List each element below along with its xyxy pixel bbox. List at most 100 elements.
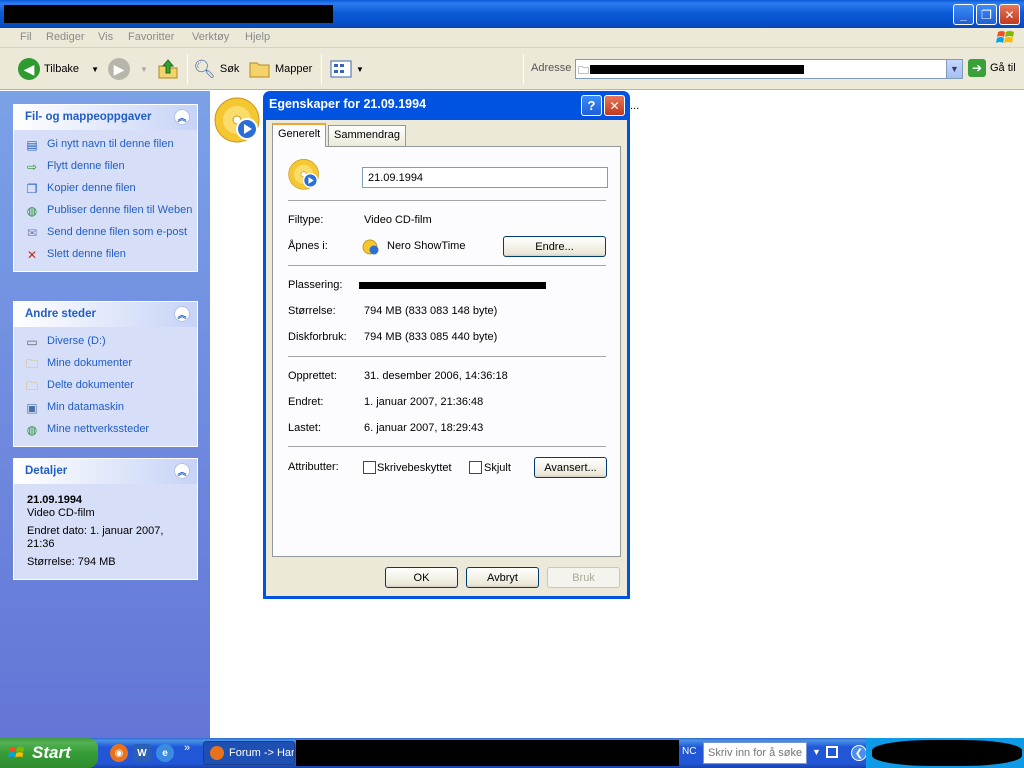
collapse-icon[interactable]: ︽ [174,109,190,125]
vcd-file-icon[interactable] [214,96,264,146]
minimize-button[interactable]: _ [953,4,974,25]
size-value: 794 MB (833 083 148 byte) [364,305,498,317]
dialog-title: Egenskaper for 21.09.1994 [269,97,427,111]
vcd-file-icon [288,159,319,190]
filetype-label: Filtype: [288,214,324,226]
task-copy[interactable]: ❐ Kopier denne filen [24,182,197,197]
search-button[interactable]: 🔍︎ Søk [193,56,239,82]
tab-summary[interactable]: Sammendrag [328,125,407,146]
network-icon: ◍ [26,423,38,437]
back-label: Tilbake [44,63,80,75]
other-places-header[interactable]: Andre steder ︽ [14,302,197,327]
forward-dropdown-icon[interactable]: ▼ [140,65,148,74]
quicklaunch-more-icon[interactable]: » [184,742,190,754]
views-button[interactable]: ▼ [330,56,364,82]
menu-help[interactable]: Hjelp [245,31,270,43]
menu-favorites[interactable]: Favoritter [128,31,174,43]
menu-file[interactable]: Fil [20,31,32,43]
redacted-window-title [4,5,333,23]
place-shared-documents[interactable]: 🗀 Delte dokumenter [24,379,197,394]
dialog-close-button[interactable]: ✕ [604,95,625,116]
general-tab-page: Filtype: Video CD-film Åpnes i: Nero Sho… [272,146,621,557]
details-size: Størrelse: 794 MB [27,556,116,568]
accessed-label: Lastet: [288,422,322,434]
divider [288,446,606,447]
window-titlebar[interactable]: _ ❐ ✕ [0,0,1024,28]
nero-showtime-icon [362,238,380,259]
address-bar[interactable]: 🗀 ▼ [575,59,963,79]
delete-icon: ✕ [26,248,38,262]
task-publish[interactable]: ◍ Publiser denne filen til Weben [24,204,197,219]
place-drive-d[interactable]: ▭ Diverse (D:) [24,335,197,350]
folder-icon: 🗀 [578,65,589,77]
views-grid-icon [330,60,352,78]
rename-icon: ▤ [26,138,38,152]
folders-button[interactable]: Mapper [249,56,312,82]
divider [288,356,606,357]
change-button[interactable]: Endre... [503,236,606,257]
restore-button[interactable]: ❐ [976,4,997,25]
file-tasks-header[interactable]: Fil- og mappeoppgaver ︽ [14,105,197,130]
attributes-label: Attributter: [288,461,339,473]
hidden-checkbox[interactable] [469,461,482,474]
file-tasks-panel: Fil- og mappeoppgaver ︽ ▤ Gi nytt navn ti… [13,104,198,272]
task-move[interactable]: ⇨ Flytt denne filen [24,160,197,175]
search-dropdown-icon[interactable]: ▼ [812,747,821,757]
place-my-documents[interactable]: 🗀 Mine dokumenter [24,357,197,372]
start-label: Start [32,743,71,762]
place-my-computer[interactable]: ▣ Min datamaskin [24,401,197,416]
readonly-checkbox[interactable] [363,461,376,474]
readonly-label: Skrivebeskyttet [377,462,452,474]
task-email[interactable]: ✉ Send denne filen som e-post [24,226,197,241]
word-icon[interactable]: W [133,744,151,762]
system-tray [866,738,1024,768]
internet-explorer-icon[interactable]: e [156,744,174,762]
start-button[interactable]: Start [0,738,98,768]
advanced-button[interactable]: Avansert... [534,457,607,478]
move-icon: ⇨ [26,160,38,174]
menu-tools[interactable]: Verktøy [192,31,229,43]
email-icon: ✉ [26,226,38,240]
opens-with-label: Åpnes i: [288,240,328,252]
details-header[interactable]: Detaljer ︽ [14,459,197,484]
other-places-title: Andre steder [25,308,96,320]
ok-button[interactable]: OK [385,567,458,588]
file-name-input[interactable] [362,167,608,188]
back-button[interactable]: ◀ Tilbake ▼ [18,56,99,82]
drive-icon: ▭ [26,335,38,349]
menu-edit[interactable]: Rediger [46,31,85,43]
close-button[interactable]: ✕ [999,4,1020,25]
forward-button[interactable]: ▶ ▼ [108,56,148,82]
task-rename[interactable]: ▤ Gi nytt navn til denne filen [24,138,197,153]
show-hidden-icons-button[interactable]: ❮ [851,745,867,761]
taskbar-task-forum[interactable]: Forum -> Har [203,741,295,765]
toolbar-separator [187,54,188,84]
back-dropdown-icon[interactable]: ▼ [91,65,99,74]
task-delete[interactable]: ✕ Slett denne filen [24,248,197,263]
collapse-icon[interactable]: ︽ [174,306,190,322]
task-label: Forum -> Har [229,747,295,759]
collapse-icon[interactable]: ︽ [174,463,190,479]
menu-view[interactable]: Vis [98,31,113,43]
dialog-body: Generelt Sammendrag Filtype: Video CD-fi… [266,120,627,596]
address-dropdown-icon[interactable]: ▼ [946,60,962,78]
other-places-panel: Andre steder ︽ ▭ Diverse (D:) 🗀 Mine dokum… [13,301,198,447]
language-indicator[interactable]: NC [682,746,696,757]
properties-dialog: Egenskaper for 21.09.1994 ? ✕ Generelt S… [263,91,630,599]
windows-logo-icon [8,746,25,758]
redacted-tray-icons [872,740,1022,766]
help-button[interactable]: ? [581,95,602,116]
details-file-name: 21.09.1994 [27,494,83,506]
firefox-icon[interactable]: ◉ [110,744,128,762]
go-label: Gå til [990,62,1016,74]
opens-with-value: Nero ShowTime [387,240,466,252]
cancel-button[interactable]: Avbryt [466,567,539,588]
modified-value: 1. januar 2007, 21:36:48 [364,396,484,408]
taskbar-search-input[interactable] [703,742,807,764]
tab-general[interactable]: Generelt [272,123,327,147]
place-network[interactable]: ◍ Mine nettverkssteder [24,423,197,438]
up-folder-button[interactable] [157,56,179,82]
go-button[interactable]: ➔ Gå til [968,59,1016,77]
apply-button[interactable]: Bruk [547,567,620,588]
search-options-icon[interactable] [826,746,838,758]
